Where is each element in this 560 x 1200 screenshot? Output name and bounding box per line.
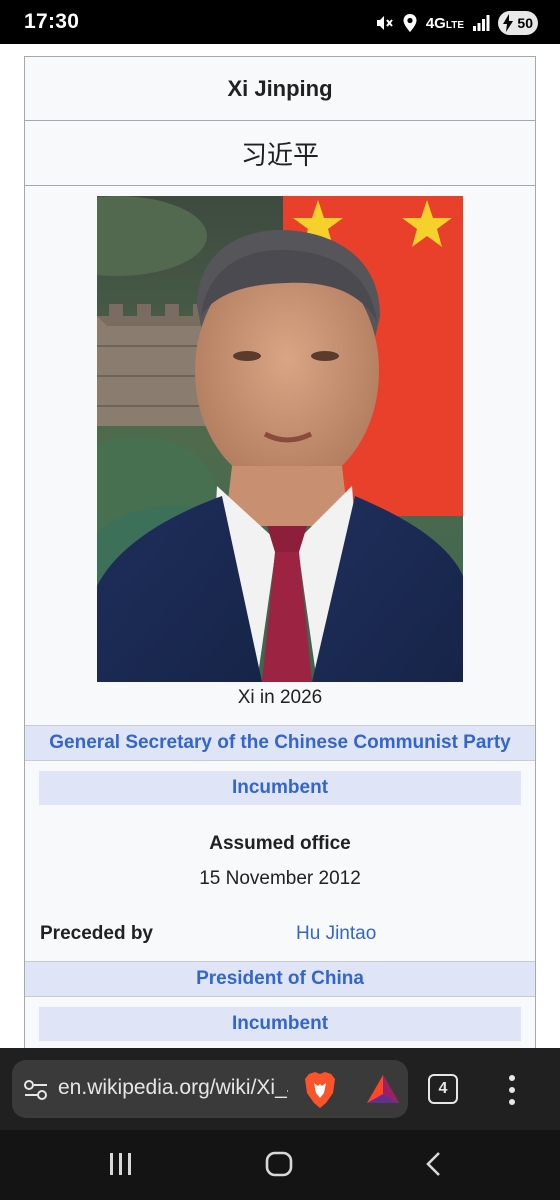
browser-toolbar: en.wikipedia.org/wiki/Xi_Jinping 4 — [0, 1048, 560, 1130]
preceded-by-link[interactable]: Hu Jintao — [296, 923, 376, 945]
mute-icon — [374, 13, 394, 33]
status-time: 17:30 — [24, 10, 80, 33]
home-icon[interactable] — [265, 1151, 293, 1182]
portrait-image[interactable] — [97, 196, 463, 682]
infobox: Xi Jinping 习近平 Xi in 2026 General Secret… — [24, 56, 536, 1048]
recents-icon[interactable] — [108, 1152, 134, 1176]
address-bar[interactable]: en.wikipedia.org/wiki/Xi_Jinping — [12, 1060, 408, 1118]
assumed-office-date: 15 November 2012 — [199, 868, 361, 889]
network-sub-label: LTE — [445, 19, 464, 31]
signal-icon — [472, 14, 490, 32]
section-header-general-secretary[interactable]: General Secretary of the Chinese Communi… — [25, 725, 535, 761]
menu-icon[interactable] — [500, 1072, 524, 1108]
status-bar: 17:30 4GLTE 50 — [0, 0, 560, 44]
url-text[interactable]: en.wikipedia.org/wiki/Xi_Jinping — [58, 1076, 288, 1100]
image-caption: Xi in 2026 — [237, 687, 323, 708]
tab-switcher-button[interactable]: 4 — [428, 1074, 458, 1104]
infobox-native-name: 习近平 — [25, 121, 535, 186]
location-icon — [402, 13, 418, 33]
navigation-bar — [0, 1130, 560, 1200]
incumbent-label[interactable]: Incumbent — [39, 1007, 521, 1041]
page-content[interactable]: Xi Jinping 习近平 Xi in 2026 General Secret… — [0, 44, 560, 1048]
network-label: 4G — [425, 14, 446, 32]
back-icon[interactable] — [424, 1151, 444, 1182]
status-icons: 4GLTE 50 — [374, 10, 538, 36]
incumbent-label[interactable]: Incumbent — [39, 771, 521, 805]
network-type: 4GLTE — [426, 15, 464, 32]
battery-indicator: 50 — [498, 11, 538, 35]
preceded-by-label: Preceded by — [40, 923, 153, 944]
infobox-title: Xi Jinping — [25, 57, 535, 121]
assumed-office-label: Assumed office — [209, 833, 351, 854]
brave-shields-icon[interactable] — [303, 1071, 337, 1114]
site-settings-icon[interactable] — [23, 1079, 49, 1106]
section-header-president[interactable]: President of China — [25, 961, 535, 997]
battery-charging-icon — [503, 14, 513, 32]
brave-rewards-icon[interactable] — [366, 1074, 400, 1109]
battery-level: 50 — [517, 15, 533, 31]
